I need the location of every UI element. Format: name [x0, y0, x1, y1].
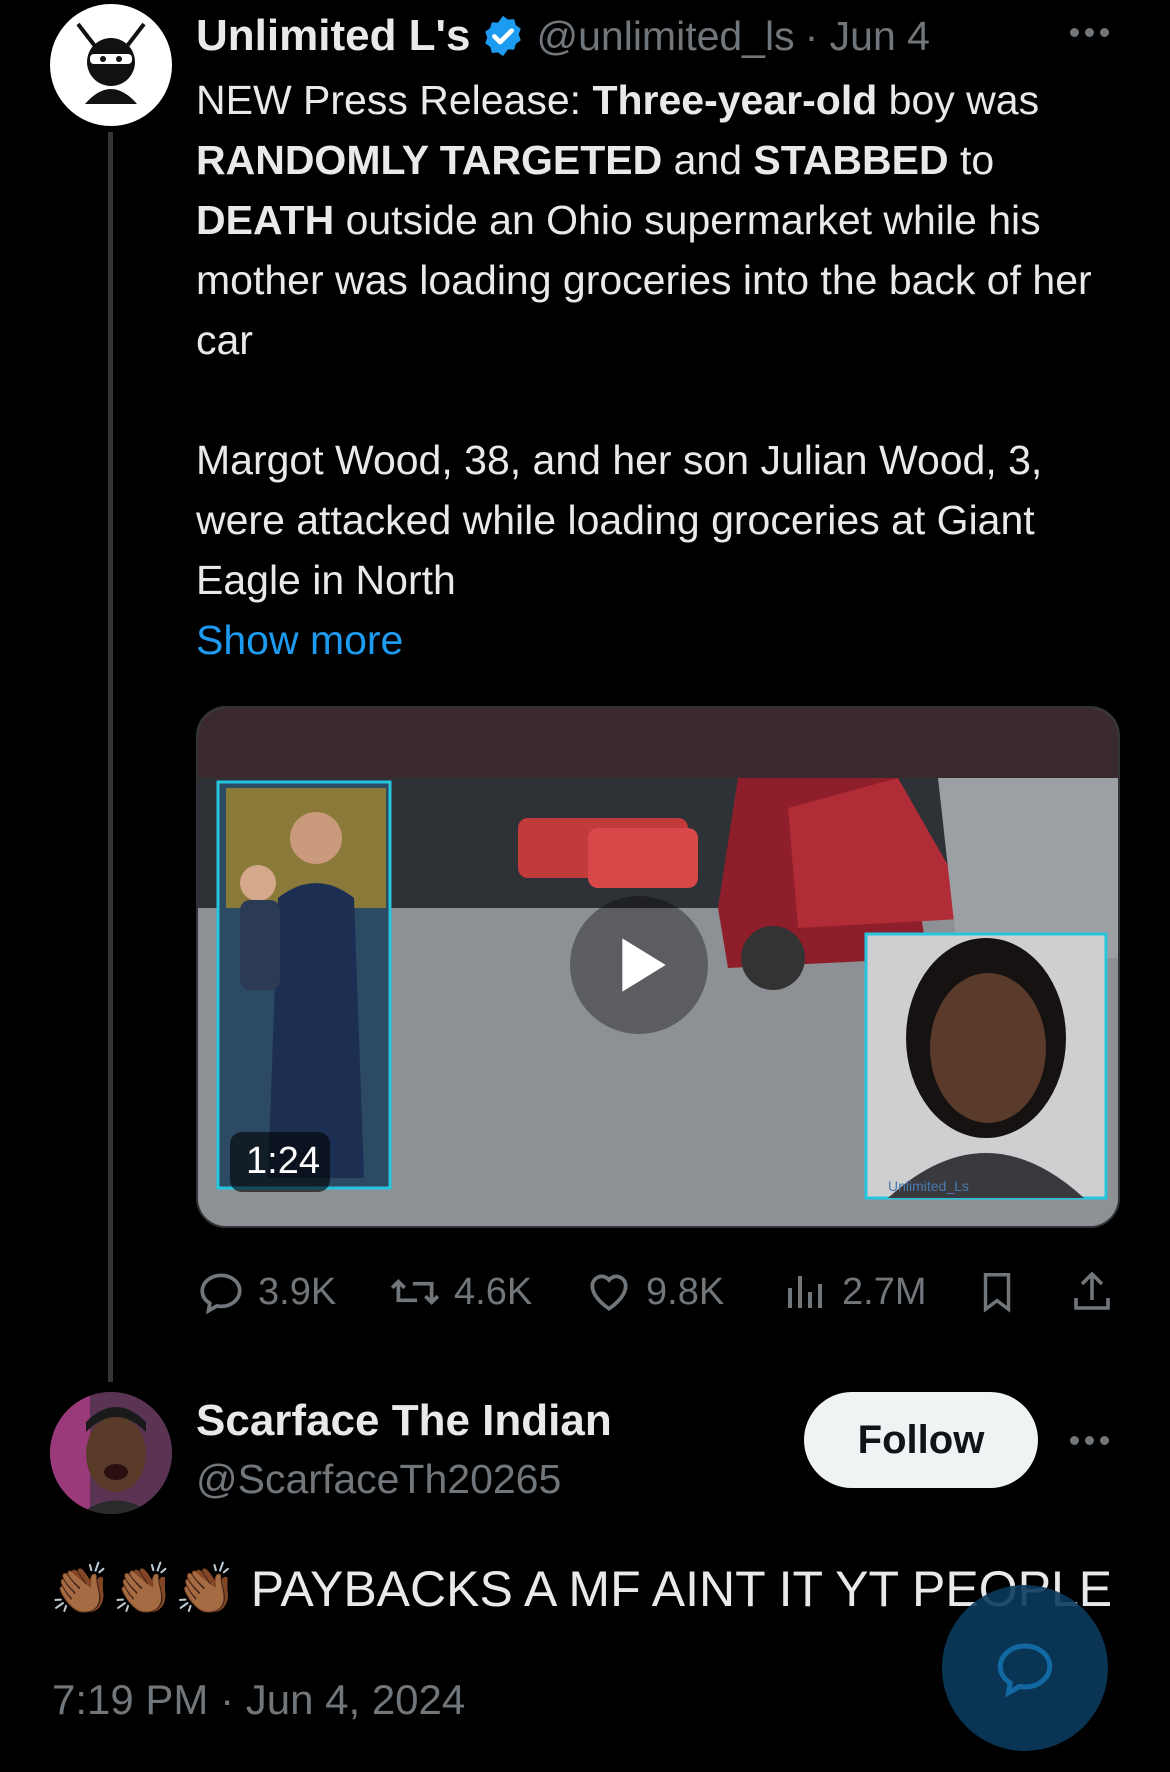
- compose-reply-icon: [997, 1643, 1053, 1698]
- tweet-paragraph-1: NEW Press Release: Three-year-old boy wa…: [196, 70, 1126, 370]
- show-more-link[interactable]: Show more: [196, 610, 1126, 670]
- reply-button[interactable]: 3.9K: [196, 1262, 336, 1322]
- tweet-paragraph-2: Margot Wood, 38, and her son Julian Wood…: [196, 437, 1043, 603]
- bookmark-button[interactable]: [974, 1262, 1020, 1322]
- tweet-text-segment: and: [662, 137, 754, 183]
- tweet-emphasis: RANDOMLY TARGETED: [196, 137, 663, 183]
- repost-count: 4.6K: [454, 1270, 533, 1313]
- author-name[interactable]: Unlimited L's: [196, 11, 470, 61]
- views-icon: [788, 1276, 822, 1308]
- like-count: 9.8K: [646, 1270, 725, 1313]
- clap-emoji: 👏🏾👏🏾👏🏾: [50, 1561, 237, 1617]
- tweet-emphasis: Three-year-old: [592, 77, 878, 123]
- tweet-emphasis: STABBED: [753, 137, 949, 183]
- author-handle[interactable]: @unlimited_ls: [536, 13, 794, 60]
- video-duration: 1:24: [246, 1140, 320, 1182]
- tweet-text-segment: to: [948, 137, 995, 183]
- bookmark-icon: [983, 1273, 1011, 1313]
- tweet-emphasis: DEATH: [196, 197, 335, 243]
- verified-badge-icon: [485, 15, 522, 57]
- follow-button[interactable]: Follow: [804, 1392, 1038, 1488]
- tweet-header: Unlimited L's @unlimited_ls · Jun 4: [196, 6, 930, 66]
- reply-count: 3.9K: [258, 1270, 337, 1313]
- reply-author-name[interactable]: Scarface The Indian: [196, 1396, 612, 1446]
- more-icon[interactable]: [1070, 28, 1109, 37]
- view-count: 2.7M: [842, 1270, 927, 1313]
- share-button[interactable]: [1068, 1262, 1116, 1322]
- views-button[interactable]: 2.7M: [782, 1262, 926, 1322]
- share-icon: [1074, 1271, 1110, 1310]
- repost-button[interactable]: 4.6K: [388, 1262, 532, 1322]
- tweet-text-segment: boy was: [877, 77, 1040, 123]
- thread-connector: [108, 132, 113, 1382]
- like-button[interactable]: 9.8K: [584, 1262, 724, 1322]
- play-icon[interactable]: [570, 896, 708, 1034]
- video-watermark: Unlimited_Ls: [888, 1178, 969, 1194]
- tweet-text-segment: NEW Press Release:: [196, 77, 593, 123]
- reply-icon: [200, 1273, 242, 1315]
- reply-author-handle[interactable]: @ScarfaceTh20265: [196, 1456, 561, 1503]
- author-avatar[interactable]: [50, 4, 172, 126]
- video-player[interactable]: 1:24 Unlimited_Ls: [196, 706, 1120, 1228]
- tweet-date[interactable]: · Jun 4: [805, 13, 930, 60]
- compose-reply-button[interactable]: [942, 1585, 1108, 1751]
- repost-icon: [390, 1278, 440, 1306]
- reply-body: 👏🏾👏🏾👏🏾 PAYBACKS A MF AINT IT YT PEOPLE: [50, 1560, 1112, 1619]
- profile-photo: [50, 1392, 172, 1514]
- tweet-body: NEW Press Release: Three-year-old boy wa…: [196, 70, 1126, 670]
- ninja-logo-icon: [76, 22, 146, 104]
- tweet-actions: 3.9K 4.6K 9.8K 2.7M: [196, 1262, 1126, 1322]
- more-icon[interactable]: [1070, 1436, 1109, 1445]
- reply-timestamp[interactable]: 7:19 PM · Jun 4, 2024: [52, 1676, 465, 1724]
- like-icon: [590, 1274, 628, 1311]
- reply-author-avatar[interactable]: [50, 1392, 172, 1514]
